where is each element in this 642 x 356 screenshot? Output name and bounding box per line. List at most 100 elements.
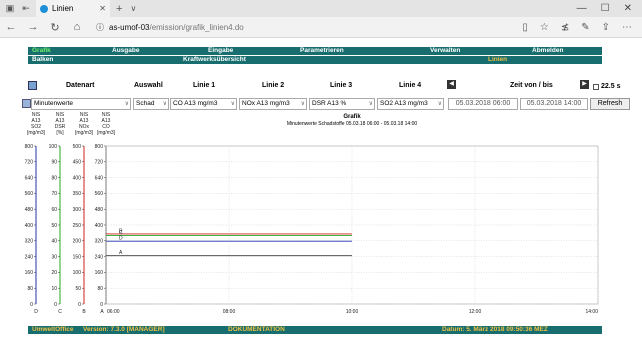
menu-kraftwerksuebersicht[interactable]: Kraftwerksübersicht — [183, 56, 246, 64]
auto-refresh-checkbox[interactable] — [593, 84, 599, 90]
address-bar: ← → ↻ ⌂ ⓘ as-umof-03/emission/grafik_lin… — [0, 17, 642, 38]
label-zeit: Zeit von / bis — [510, 82, 553, 89]
axis-tick-label: 300 — [73, 207, 82, 213]
chevron-down-icon: ∨ — [437, 101, 442, 107]
axis-tick-label: 100 — [73, 270, 82, 276]
menu-eingabe[interactable]: Eingabe — [208, 47, 233, 55]
menu-linien[interactable]: Linien — [488, 56, 507, 64]
chevron-down-icon: ∨ — [124, 101, 129, 107]
new-tab-icon[interactable]: + — [116, 3, 122, 15]
close-window-icon[interactable]: ✕ — [624, 3, 632, 14]
interval-label: 22.5 s — [601, 83, 621, 90]
linie4-select[interactable]: SO2 A13 mg/m3 ∨ — [377, 98, 444, 110]
axis-tick-label: 720 — [95, 160, 104, 166]
footer-doc-link[interactable]: DOKUMENTATION — [228, 326, 285, 334]
control-labels: Datenart Auswahl Linie 1 Linie 2 Linie 3… — [28, 80, 602, 94]
axis-tick-label: 800 — [25, 144, 34, 150]
close-tab-icon[interactable]: ✕ — [99, 4, 106, 13]
reading-view-icon[interactable]: ▯ — [522, 22, 528, 33]
x-tick-label: 06:00 — [107, 309, 120, 315]
axis-tick-label: 60 — [51, 207, 57, 213]
sub-menu: Balken Kraftwerksübersicht Linien — [28, 56, 602, 64]
favorites-list-icon[interactable]: ≴ — [561, 22, 569, 33]
main-menu: Grafik Ausgabe Eingabe Parametrieren Ver… — [28, 47, 602, 55]
favorite-star-icon[interactable]: ☆ — [540, 22, 549, 33]
axis-tick-label: 500 — [73, 144, 82, 150]
axis-tick-label: 40 — [51, 239, 57, 245]
prev-period-button[interactable]: ◀ — [447, 80, 456, 89]
chevron-down-icon: ∨ — [300, 101, 305, 107]
bis-input[interactable]: 05.03.2018 14:00 — [520, 98, 588, 110]
axis-tick-label: 0 — [54, 302, 57, 308]
back-tabs-icon[interactable]: ⇤ — [20, 3, 32, 15]
home-icon[interactable]: ⌂ — [66, 21, 88, 33]
forward-icon[interactable]: → — [22, 21, 44, 33]
axis-tick-label: 240 — [25, 254, 34, 260]
linie1-select[interactable]: CO A13 mg/m3 ∨ — [170, 98, 237, 110]
x-tick-label: 08:00 — [223, 309, 236, 315]
refresh-icon[interactable]: ↻ — [44, 21, 66, 34]
next-period-button[interactable]: ▶ — [580, 80, 589, 89]
axis-header-text: [mg/m3] — [27, 130, 46, 136]
x-tick-label: 14:00 — [585, 309, 598, 315]
pen-icon[interactable]: ✎ — [581, 22, 589, 33]
axis-tick-label: 640 — [25, 175, 34, 181]
tab-actions-icon[interactable]: ▣ — [4, 3, 16, 15]
axis-letter: B — [82, 309, 86, 315]
menu-ausgabe[interactable]: Ausgabe — [112, 47, 139, 55]
browser-tabbar: ▣ ⇤ Linien ✕ + ∨ — ☐ ✕ — [0, 0, 642, 17]
footer-version: Version: 7.3.0 [MANAGER] — [83, 326, 165, 333]
linie3-value: DSR A13 % — [312, 100, 347, 107]
axis-tick-label: 200 — [73, 239, 82, 245]
label-linie3: Linie 3 — [330, 82, 353, 89]
menu-balken[interactable]: Balken — [32, 56, 53, 64]
axis-tick-label: 80 — [51, 175, 57, 181]
browser-tab[interactable]: Linien ✕ — [36, 0, 110, 17]
axis-tick-label: 480 — [25, 207, 34, 213]
axis-tick-label: 80 — [27, 286, 33, 292]
url-field[interactable]: ⓘ as-umof-03/emission/grafik_linien4.do — [96, 22, 244, 33]
axis-tick-label: 0 — [100, 302, 103, 308]
axis-tick-label: 0 — [30, 302, 33, 308]
edge-icon — [40, 4, 48, 13]
back-icon[interactable]: ← — [0, 21, 22, 33]
maximize-icon[interactable]: ☐ — [601, 3, 610, 14]
save-icon[interactable] — [22, 99, 31, 108]
label-auswahl: Auswahl — [134, 82, 163, 89]
chart-title: Grafik — [343, 114, 361, 120]
axis-header-text: [mg/m3] — [75, 130, 94, 136]
von-input[interactable]: 05.03.2018 06:00 — [448, 98, 518, 110]
auswahl-select[interactable]: Schad ∨ — [133, 98, 169, 110]
menu-parametrieren[interactable]: Parametrieren — [300, 47, 344, 55]
label-linie2: Linie 2 — [262, 82, 285, 89]
datenart-select[interactable]: Minutenwerte ∨ — [31, 98, 131, 110]
refresh-button[interactable]: Refresh — [590, 98, 630, 110]
axis-tick-label: 160 — [95, 270, 104, 276]
menu-abmelden[interactable]: Abmelden — [532, 47, 563, 55]
chevron-down-icon[interactable]: ∨ — [130, 4, 136, 13]
x-tick-label: 10:00 — [346, 309, 359, 315]
menu-verwalten[interactable]: Verwalten — [430, 47, 460, 55]
label-datenart: Datenart — [66, 82, 95, 89]
axis-tick-label: 720 — [25, 160, 34, 166]
axis-tick-label: 30 — [51, 254, 57, 260]
linie2-value: NOx A13 mg/m3 — [242, 100, 290, 107]
more-icon[interactable]: ⋯ — [622, 22, 632, 33]
url-host: as-umof-03 — [109, 22, 150, 32]
axis-tick-label: 10 — [51, 286, 57, 292]
axis-tick-label: 90 — [51, 160, 57, 166]
chart-subtitle: Minutenwerte Schadstoffe 05.03.18 06:00 … — [287, 121, 418, 127]
info-icon: ⓘ — [96, 22, 104, 32]
axis-tick-label: 400 — [25, 223, 34, 229]
axis-tick-label: 480 — [95, 207, 104, 213]
minimize-icon[interactable]: — — [577, 3, 587, 14]
axis-tick-label: 150 — [73, 254, 82, 260]
share-icon[interactable]: ⇪ — [602, 22, 610, 33]
chevron-down-icon: ∨ — [230, 101, 235, 107]
label-linie1: Linie 1 — [193, 82, 216, 89]
linie2-select[interactable]: NOx A13 mg/m3 ∨ — [239, 98, 307, 110]
linie3-select[interactable]: DSR A13 % ∨ — [309, 98, 375, 110]
menu-grafik[interactable]: Grafik — [32, 47, 51, 55]
axis-tick-label: 320 — [25, 239, 34, 245]
url-path: /emission/grafik_linien4.do — [149, 22, 244, 32]
